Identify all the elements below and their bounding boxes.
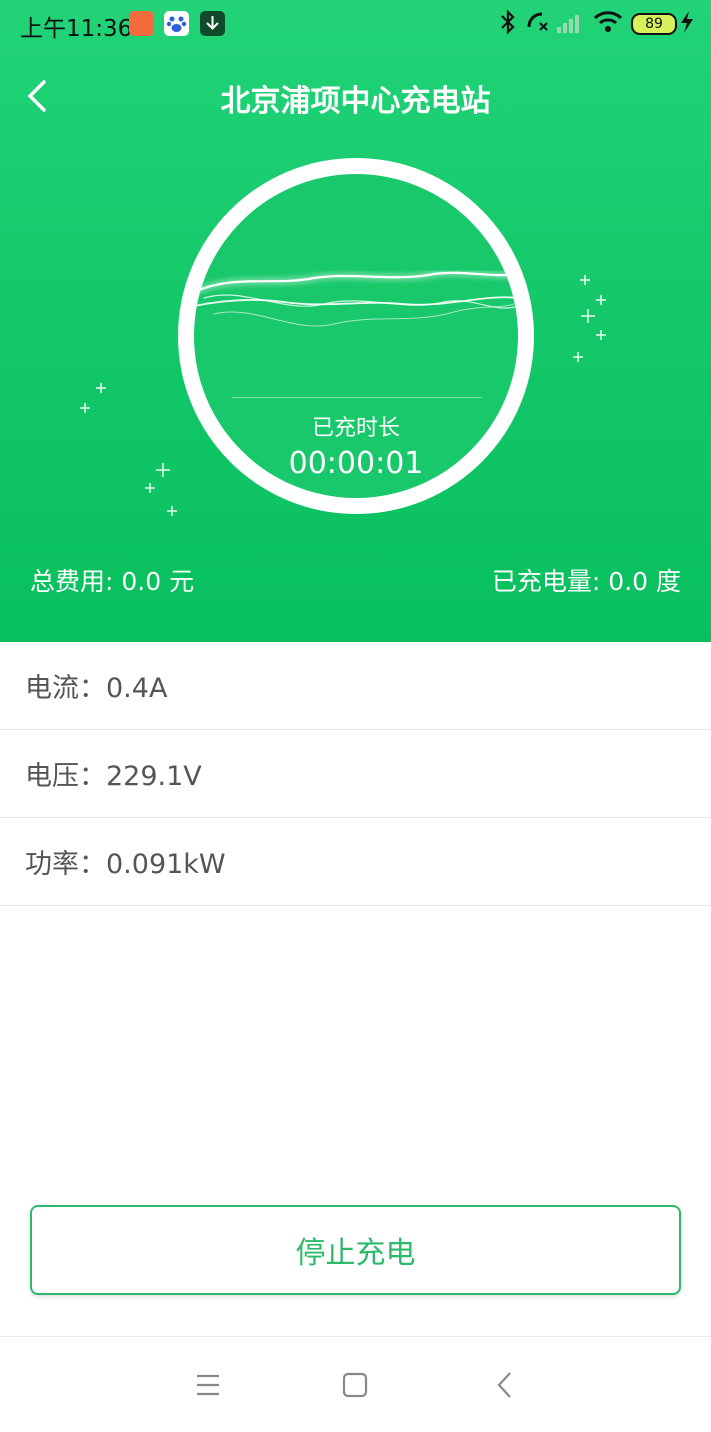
bluetooth-icon [499,9,517,39]
ring-divider [232,397,482,398]
charging-bolt-icon [679,9,695,39]
duration-value: 00:00:01 [288,446,424,481]
download-icon [200,11,225,36]
metrics-list: 电流：0.4A 电压：229.1V 功率：0.091kW [0,642,711,906]
duration-label: 已充时长 [311,416,400,441]
page-title: 北京浦项中心充电站 [220,84,491,119]
home-icon [335,1372,375,1407]
app-notification-icon [129,11,154,36]
back-icon [485,1372,525,1407]
metric-current: 电流：0.4A [0,642,711,730]
status-bar: 上午11:36 89 [0,0,711,48]
charging-ring-inner: 已充时长 00:00:01 [194,174,518,498]
menu-icon [188,1374,228,1407]
status-icons: 89 [499,9,699,39]
signal-icon [555,9,583,39]
system-nav-bar [0,1336,711,1432]
total-fee: 总费用: 0.0 元 [30,567,195,596]
battery-icon: 89 [631,13,677,35]
metric-voltage: 电压：229.1V [0,730,711,818]
baidu-paw-icon [164,11,189,36]
charging-progress-ring: 已充时长 00:00:01 [178,158,534,514]
call-missed-icon [525,9,551,39]
home-button[interactable] [335,1367,375,1403]
charging-header-panel: 上午11:36 89 北京浦项中心充电站 已充时长 00:00:01 总费用: … [0,0,711,642]
stop-charging-button[interactable]: 停止充电 [30,1205,681,1295]
status-time: 上午11:36 [20,16,133,42]
wifi-icon [593,9,623,39]
energy-charged: 已充电量: 0.0 度 [491,567,681,596]
metric-power: 功率：0.091kW [0,818,711,906]
system-back-button[interactable] [485,1367,525,1403]
menu-button[interactable] [188,1367,228,1403]
